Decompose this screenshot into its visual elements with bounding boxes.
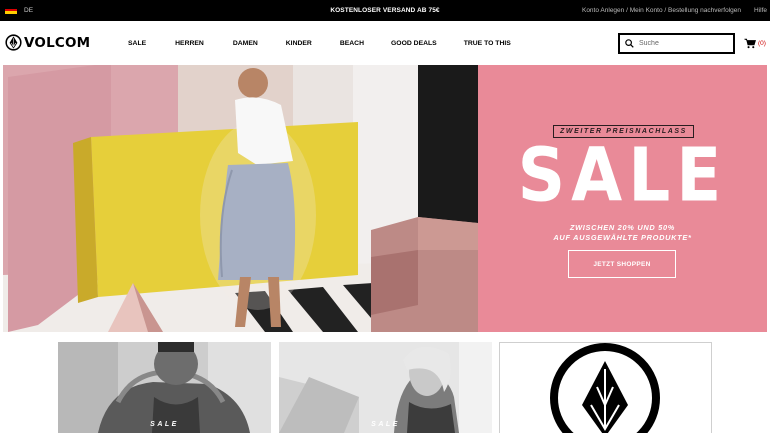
tile-volcom-brand[interactable]	[499, 342, 712, 433]
hero-sale-panel: ZWEITER PREISNACHLASS SALE ZWISCHEN 20% …	[478, 65, 767, 332]
volcom-stone-logo-icon	[550, 343, 660, 433]
top-bar: DE KOSTENLOSER VERSAND AB 75€ Konto Anle…	[0, 0, 770, 21]
tile-men-label: SALE	[150, 421, 179, 428]
men-sale-image	[58, 342, 271, 433]
tile-women-label: SALE	[371, 421, 400, 428]
hero-subline-2: AUF AUSGEWÄHLTE PRODUKTE*	[553, 233, 692, 242]
hero-photo	[3, 65, 478, 332]
tile-men-sale[interactable]: SALE	[58, 342, 271, 433]
hero-scene-image	[3, 65, 478, 332]
nav-true-to-this[interactable]: TRUE TO THIS	[464, 40, 511, 47]
main-nav: SALE HERREN DAMEN KINDER BEACH GOOD DEAL…	[128, 40, 511, 47]
cart-button[interactable]: (0)	[744, 38, 766, 49]
women-sale-image	[279, 342, 492, 433]
account-links[interactable]: Konto Anlegen / Mein Konto / Bestellung …	[582, 7, 741, 14]
shop-now-button[interactable]: JETZT SHOPPEN	[568, 250, 676, 278]
hero-headline: SALE	[517, 132, 728, 219]
main-header: VOLCOM SALE HERREN DAMEN KINDER BEACH GO…	[0, 21, 770, 65]
nav-herren[interactable]: HERREN	[175, 40, 204, 47]
search-input[interactable]	[639, 40, 729, 47]
search-icon[interactable]	[625, 39, 634, 48]
nav-good-deals[interactable]: GOOD DEALS	[391, 40, 437, 47]
logo-text: VOLCOM	[24, 34, 91, 51]
volcom-stone-icon	[5, 34, 22, 51]
nav-beach[interactable]: BEACH	[340, 40, 364, 47]
shopping-cart-icon	[744, 38, 756, 49]
cart-count: (0)	[758, 40, 766, 47]
nav-kinder[interactable]: KINDER	[286, 40, 312, 47]
hero-subline-1: ZWISCHEN 20% UND 50%	[569, 223, 676, 232]
nav-sale[interactable]: SALE	[128, 40, 146, 47]
nav-damen[interactable]: DAMEN	[233, 40, 258, 47]
search-box[interactable]	[618, 33, 735, 54]
help-link[interactable]: Hilfe	[754, 7, 767, 14]
volcom-logo[interactable]: VOLCOM	[5, 34, 90, 51]
hero-banner[interactable]: ZWEITER PREISNACHLASS SALE ZWISCHEN 20% …	[3, 65, 767, 332]
tile-women-sale[interactable]: SALE	[279, 342, 492, 433]
